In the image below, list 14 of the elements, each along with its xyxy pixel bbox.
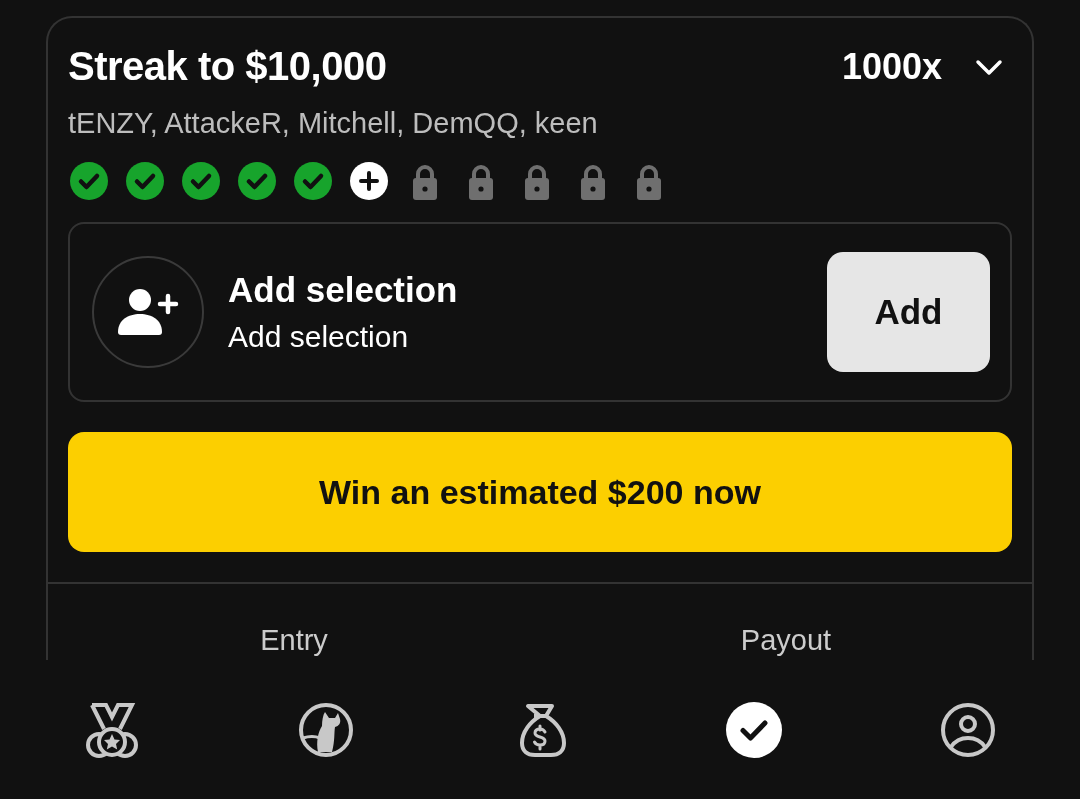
add-user-icon bbox=[116, 288, 180, 336]
add-button[interactable]: Add bbox=[827, 252, 990, 372]
medal-icon bbox=[84, 701, 140, 758]
card-title: Streak to $10,000 bbox=[68, 44, 387, 89]
player-names: tENZY, AttackeR, Mitchell, DemQQ, keen bbox=[68, 107, 599, 140]
selection-subtitle: Add selection bbox=[228, 320, 410, 354]
dog-icon bbox=[298, 701, 354, 758]
win-button[interactable]: Win an estimated $200 now bbox=[68, 432, 1012, 552]
summary-label: Entry bbox=[259, 624, 329, 657]
selection-title: Add selection bbox=[228, 270, 459, 310]
summary-label: Payout bbox=[739, 624, 833, 657]
check-icon bbox=[726, 701, 782, 758]
profile-icon bbox=[940, 701, 996, 758]
multiplier: 1000x bbox=[841, 45, 942, 88]
